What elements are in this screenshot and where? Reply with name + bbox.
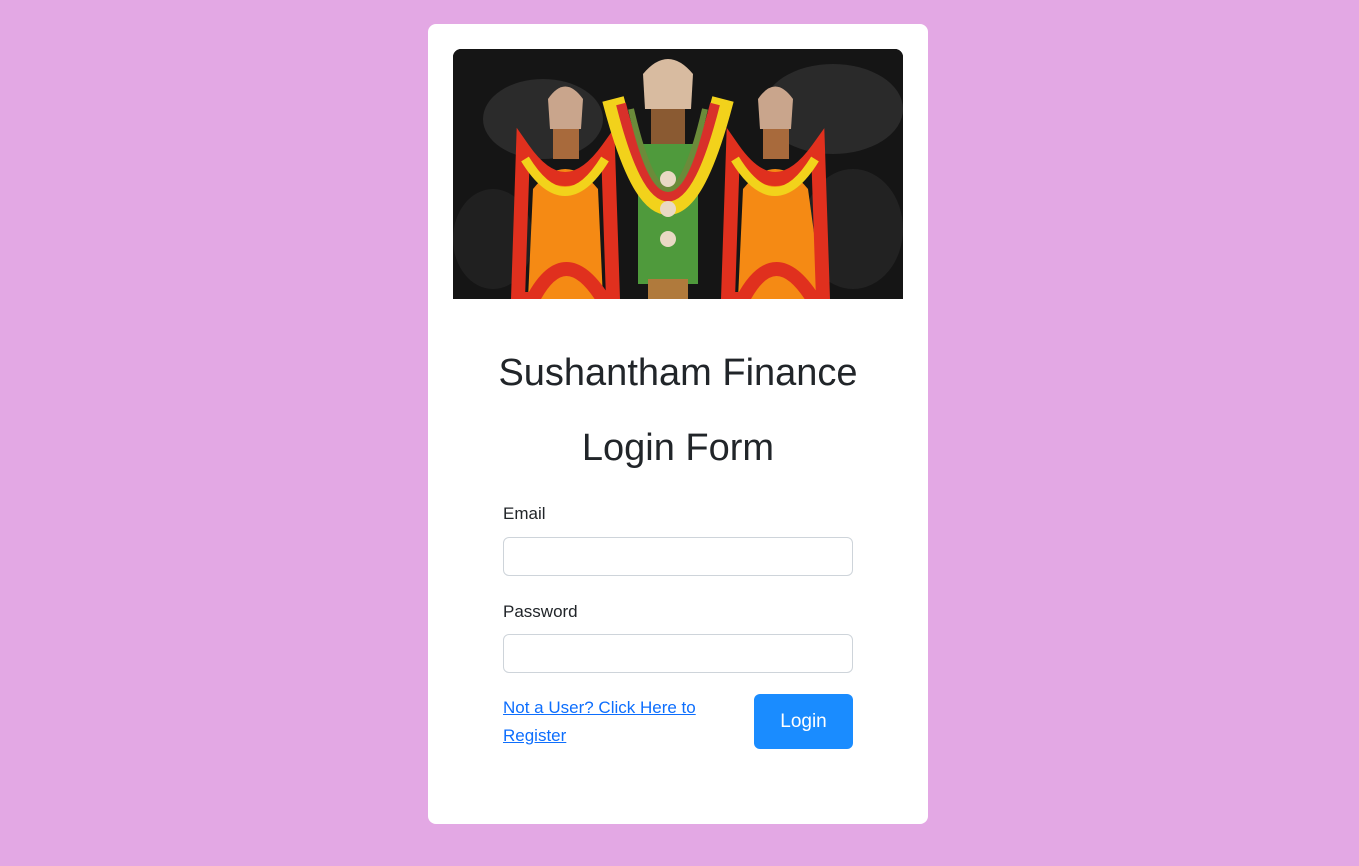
company-title: Sushantham Finance xyxy=(498,352,858,394)
password-input[interactable] xyxy=(503,634,853,673)
register-link[interactable]: Not a User? Click Here to Register xyxy=(503,694,713,750)
email-label: Email xyxy=(503,504,546,523)
deity-banner-image xyxy=(453,49,903,299)
login-button[interactable]: Login xyxy=(754,694,853,749)
password-label: Password xyxy=(503,602,578,621)
form-title: Login Form xyxy=(581,427,775,469)
email-input[interactable] xyxy=(503,537,853,576)
banner-image-icon xyxy=(453,49,903,299)
login-card: Sushantham Finance Login Form Email Pass… xyxy=(428,24,928,824)
